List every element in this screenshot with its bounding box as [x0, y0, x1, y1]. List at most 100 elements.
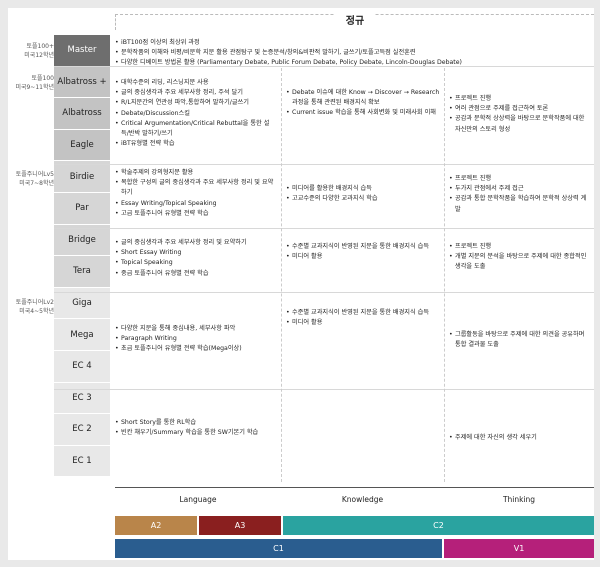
page-title: 정규 — [335, 12, 375, 27]
list-item: 대학수준의 리딩, 리스닝지문 사용 — [115, 78, 277, 88]
level-ec4: EC 4 — [54, 350, 110, 382]
ec-thinking: 주제에 대한 자신의 생각 세우기 — [449, 433, 592, 443]
albatross-thinking: 프로젝트 진행 여러 관점으로 주제를 접근하여 토론 공감과 문학적 상상력을… — [449, 94, 592, 135]
list-item: 고교수준의 다양한 교과지식 학습 — [286, 194, 440, 204]
level-ec3: EC 3 — [54, 382, 110, 414]
bar-a3: A3 — [199, 516, 281, 535]
list-item: 수준별 교과지식이 반영된 지문을 통한 배경지식 습득 — [286, 308, 440, 318]
grade-label-toefl: 토플100+ — [26, 43, 54, 50]
ec-language: Short Story를 통한 RL학습 빈칸 채우기/Summary 학습을 … — [115, 418, 277, 439]
list-item: 주제에 대한 자신의 생각 세우기 — [449, 433, 592, 443]
list-item: 문학작품의 이해와 비평/비문학 지문 활용 관점탐구 및 논증분석/창의&비판… — [115, 48, 590, 58]
list-item: Debate/Discussion스킬 — [115, 109, 277, 119]
grade-label-us-grade: 미국7~8학년 — [19, 180, 54, 187]
list-item: Debate 이슈에 대한 Know → Discover → Research… — [286, 88, 440, 108]
list-item: Topical Speaking — [115, 258, 277, 268]
list-item: 개별 지문의 분석을 바탕으로 주제에 대한 종합적인 생각을 도출 — [449, 252, 592, 272]
level-tera: Tera — [54, 256, 110, 287]
grade-label-us-grade: 미국4~5학년 — [19, 308, 54, 315]
bridge-thinking: 프로젝트 진행 개별 지문의 분석을 바탕으로 주제에 대한 종합적인 생각을 … — [449, 242, 592, 273]
list-item: 미디어 활용 — [286, 318, 440, 328]
list-item: 프로젝트 진행 — [449, 174, 592, 184]
list-item: Short Story를 통한 RL학습 — [115, 418, 277, 428]
curriculum-panel: 정규 토플100+ 미국12학년 토플100 미국9~11학년 토플주니어Lv5… — [8, 8, 594, 560]
birdie-thinking: 프로젝트 진행 두가지 관점에서 주제 접근 공감과 통합 문학작품을 학습하여… — [449, 174, 592, 215]
grade-label-toefl: 토플주니어Lv2 — [15, 299, 54, 306]
list-item: 초급 토플주니어 유형별 전략 학습(Mega이상) — [115, 344, 277, 354]
bridge-knowledge: 수준별 교과지식이 반영된 지문을 통한 배경지식 습득 미디어 활용 — [286, 242, 440, 263]
list-item: 그룹활동을 바탕으로 주제에 대한 의견을 공유하며 통합 결과물 도출 — [449, 330, 592, 350]
list-item: Critical Argumentation/Critical Rebuttal… — [115, 119, 277, 139]
level-albatross-plus: Albatross + — [54, 66, 110, 98]
bar-v1: V1 — [444, 539, 594, 558]
header: 정규 — [115, 8, 594, 34]
list-item: iBT유형별 전략 학습 — [115, 139, 277, 149]
albatross-knowledge: Debate 이슈에 대한 Know → Discover → Research… — [286, 88, 440, 119]
row-separator — [54, 228, 594, 229]
grade-label-us-grade: 미국12학년 — [24, 52, 54, 59]
column-divider — [444, 68, 445, 482]
grade-label-group-1: 토플100+ 미국12학년 — [8, 42, 54, 60]
list-item: Short Essay Writing — [115, 248, 277, 258]
footer-label-thinking: Thinking — [502, 495, 536, 504]
list-item: R/L지문간의 연관성 파악,통합하여 말하기/글쓰기 — [115, 98, 277, 108]
list-item: iBT100점 이상의 최상위 과정 — [115, 38, 590, 48]
level-ec2: EC 2 — [54, 414, 110, 445]
level-eagle: Eagle — [54, 129, 110, 161]
level-mega: Mega — [54, 319, 110, 350]
level-bridge: Bridge — [54, 224, 110, 256]
list-item: 복합한 구성의 글의 중심생각과 주요 세부사항 정리 및 요약하기 — [115, 178, 277, 198]
grade-label-group-3: 토플주니어Lv5 미국7~8학년 — [8, 170, 54, 188]
bridge-language: 글의 중심생각과 주요 세부사항 정리 및 요약하기 Short Essay W… — [115, 238, 277, 279]
row-separator — [54, 292, 594, 293]
level-column: Master Albatross + Albatross Eagle Birdi… — [54, 35, 110, 477]
list-item: 공감과 문학적 상상력을 바탕으로 문학작품에 대한 자신만의 스토리 형성 — [449, 114, 592, 134]
albatross-language: 대학수준의 리딩, 리스닝지문 사용 글의 중심생각과 주요 세부사항 정리, … — [115, 78, 277, 150]
row-separator — [54, 389, 594, 390]
list-item: 고급 토플주니어 유형별 전략 학습 — [115, 209, 277, 219]
level-par: Par — [54, 192, 110, 224]
grade-label-toefl: 토플주니어Lv5 — [15, 171, 54, 178]
footer-divider — [115, 487, 594, 488]
level-master: Master — [54, 35, 110, 66]
list-item: 프로젝트 진행 — [449, 242, 592, 252]
list-item: Paragraph Writing — [115, 334, 277, 344]
giga-knowledge: 수준별 교과지식이 반영된 지문을 통한 배경지식 습득 미디어 활용 — [286, 308, 440, 329]
list-item: 글의 중심생각과 주요 세부사항 정리, 주석 달기 — [115, 88, 277, 98]
bar-c1: C1 — [115, 539, 442, 558]
list-item: 프로젝트 진행 — [449, 94, 592, 104]
list-item: 다양한 디베이트 방법론 활용 (Parliamentary Debate, P… — [115, 58, 590, 68]
footer-label-language: Language — [179, 495, 217, 504]
grade-label-group-2: 토플100 미국9~11학년 — [8, 74, 54, 92]
header-divider — [115, 14, 116, 30]
footer-label-knowledge: Knowledge — [341, 495, 384, 504]
level-birdie: Birdie — [54, 161, 110, 192]
birdie-knowledge: 미디어를 활용한 배경지식 습득 고교수준의 다양한 교과지식 학습 — [286, 184, 440, 205]
grade-label-us-grade: 미국9~11학년 — [15, 84, 54, 91]
bar-a2: A2 — [115, 516, 197, 535]
list-item: 글의 중심생각과 주요 세부사항 정리 및 요약하기 — [115, 238, 277, 248]
grade-label-group-4: 토플주니어Lv2 미국4~5학년 — [8, 298, 54, 316]
level-albatross: Albatross — [54, 98, 110, 129]
list-item: 두가지 관점에서 주제 접근 — [449, 184, 592, 194]
bar-c2: C2 — [283, 516, 594, 535]
list-item: 학술주제의 강의형지문 활용 — [115, 168, 277, 178]
giga-language: 다양한 지문을 통해 중심내용, 세부사항 파악 Paragraph Writi… — [115, 324, 277, 355]
master-description: iBT100점 이상의 최상위 과정 문학작품의 이해와 비평/비문학 지문 활… — [115, 38, 590, 69]
list-item: 수준별 교과지식이 반영된 지문을 통한 배경지식 습득 — [286, 242, 440, 252]
level-ec1: EC 1 — [54, 445, 110, 477]
list-item: Essay Writing/Topical Speaking — [115, 199, 277, 209]
list-item: 미디어 활용 — [286, 252, 440, 262]
birdie-language: 학술주제의 강의형지문 활용 복합한 구성의 글의 중심생각과 주요 세부사항 … — [115, 168, 277, 219]
grade-label-toefl: 토플100 — [31, 75, 55, 82]
list-item: 여러 관점으로 주제를 접근하여 토론 — [449, 104, 592, 114]
list-item: Current issue 학습을 통해 사회변화 및 미래사회 이해 — [286, 108, 440, 118]
row-separator — [54, 164, 594, 165]
giga-thinking: 그룹활동을 바탕으로 주제에 대한 의견을 공유하며 통합 결과물 도출 — [449, 330, 592, 350]
list-item: 미디어를 활용한 배경지식 습득 — [286, 184, 440, 194]
list-item: 중급 토플주니어 유형별 전략 학습 — [115, 269, 277, 279]
column-divider — [281, 68, 282, 482]
list-item: 공감과 통합 문학작품을 학습하여 문학적 상상력 계발 — [449, 194, 592, 214]
list-item: 빈칸 채우기/Summary 학습을 통한 SW기본기 학습 — [115, 428, 277, 438]
list-item: 다양한 지문을 통해 중심내용, 세부사항 파악 — [115, 324, 277, 334]
